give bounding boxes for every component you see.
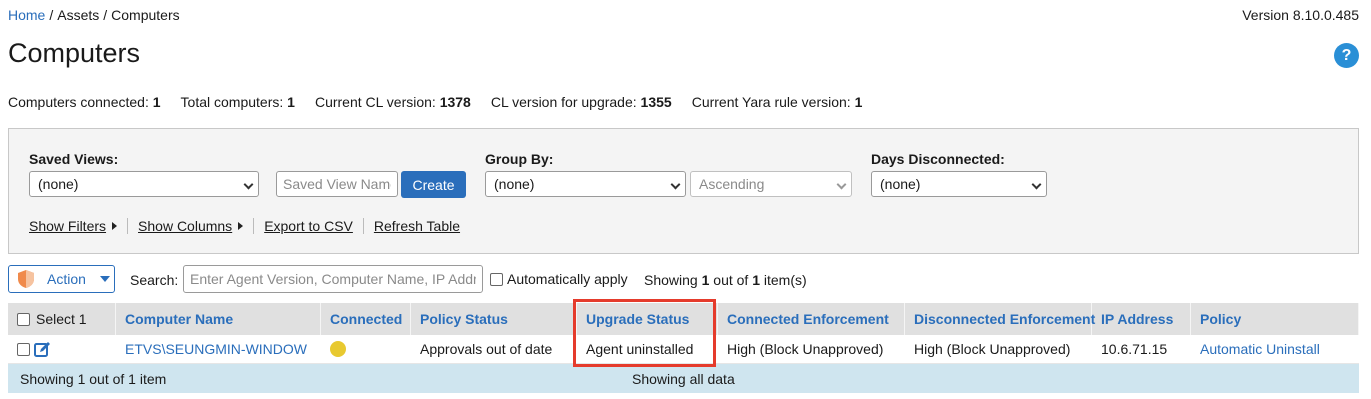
select-all-checkbox[interactable] bbox=[17, 312, 30, 326]
chevron-down-icon bbox=[243, 179, 254, 190]
row-checkbox[interactable] bbox=[17, 342, 30, 356]
sort-order-select[interactable]: Ascending bbox=[690, 171, 852, 197]
group-by-label: Group By: bbox=[485, 151, 554, 167]
stat-yara-rule-version: Current Yara rule version: 1 bbox=[691, 94, 863, 110]
auto-apply-label: Automatically apply bbox=[507, 271, 628, 287]
saved-views-label: Saved Views: bbox=[29, 151, 119, 167]
days-disconnected-label: Days Disconnected: bbox=[871, 151, 1005, 167]
select-all-header[interactable]: Select 1 bbox=[8, 303, 116, 335]
footer-item-count: Showing 1 out of 1 item bbox=[20, 370, 167, 387]
computers-table: Select 1 Computer Name Connected Policy … bbox=[8, 303, 1359, 393]
ip-address-cell: 10.6.71.15 bbox=[1101, 341, 1168, 357]
connection-status-dot bbox=[330, 341, 346, 357]
days-disconnected-select[interactable]: (none) bbox=[871, 171, 1047, 197]
saved-views-select[interactable]: (none) bbox=[29, 171, 259, 197]
chevron-down-icon bbox=[836, 179, 847, 190]
breadcrumb: Home / Assets / Computers bbox=[8, 7, 180, 23]
disconnected-enforcement-cell: High (Block Unapproved) bbox=[914, 341, 1071, 357]
stat-total-computers: Total computers: 1 bbox=[180, 94, 295, 110]
column-header-policy-status[interactable]: Policy Status bbox=[411, 303, 577, 335]
version-label: Version 8.10.0.485 bbox=[1242, 7, 1359, 23]
create-button[interactable]: Create bbox=[401, 171, 466, 198]
page-title: Computers bbox=[8, 38, 141, 68]
help-icon[interactable]: ? bbox=[1334, 43, 1359, 68]
caret-right-icon bbox=[112, 222, 118, 230]
caret-down-icon bbox=[99, 276, 110, 282]
group-by-select[interactable]: (none) bbox=[485, 171, 686, 197]
stat-cl-version-upgrade: CL version for upgrade: 1355 bbox=[490, 94, 672, 110]
column-header-policy[interactable]: Policy bbox=[1191, 303, 1359, 335]
column-header-ip-address[interactable]: IP Address bbox=[1092, 303, 1191, 335]
footer-data-status: Showing all data bbox=[632, 370, 735, 387]
row-select-cell bbox=[8, 335, 116, 363]
search-input[interactable] bbox=[183, 265, 483, 293]
stats-bar: Computers connected: 1 Total computers: … bbox=[8, 94, 882, 110]
upgrade-status-cell: Agent uninstalled bbox=[586, 341, 694, 357]
filter-panel: Saved Views: (none) Create Group By: (no… bbox=[8, 128, 1359, 254]
select-count-label: Select 1 bbox=[36, 311, 87, 327]
table-toolbar-links: Show Filters Show Columns Export to CSV … bbox=[29, 218, 470, 234]
chevron-down-icon bbox=[1031, 179, 1042, 190]
edit-icon[interactable] bbox=[34, 341, 51, 358]
shield-icon bbox=[18, 270, 34, 288]
table-row: ETVS\SEUNGMIN-WINDOW Approvals out of da… bbox=[8, 335, 1359, 364]
breadcrumb-assets: Assets bbox=[57, 7, 100, 23]
auto-apply-option[interactable]: Automatically apply bbox=[490, 271, 628, 287]
column-header-connected-enforcement[interactable]: Connected Enforcement bbox=[718, 303, 905, 335]
column-header-computer-name[interactable]: Computer Name bbox=[116, 303, 321, 335]
action-label: Action bbox=[47, 271, 86, 287]
stat-current-cl-version: Current CL version: 1378 bbox=[314, 94, 471, 110]
saved-view-name-input[interactable] bbox=[276, 171, 398, 197]
action-dropdown-button[interactable]: Action bbox=[8, 265, 115, 293]
refresh-table-link[interactable]: Refresh Table bbox=[364, 218, 470, 234]
auto-apply-checkbox[interactable] bbox=[490, 272, 503, 286]
policy-status-cell: Approvals out of date bbox=[420, 341, 553, 357]
show-columns-link[interactable]: Show Columns bbox=[128, 218, 255, 234]
connected-cell bbox=[321, 335, 411, 363]
table-header-row: Select 1 Computer Name Connected Policy … bbox=[8, 303, 1359, 335]
table-footer: Showing 1 out of 1 item Showing all data bbox=[8, 364, 1359, 393]
breadcrumb-separator: / bbox=[103, 7, 108, 23]
show-filters-link[interactable]: Show Filters bbox=[29, 218, 129, 234]
breadcrumb-separator: / bbox=[49, 7, 54, 23]
search-label: Search: bbox=[130, 272, 179, 288]
connected-enforcement-cell: High (Block Unapproved) bbox=[727, 341, 884, 357]
breadcrumb-home-link[interactable]: Home bbox=[8, 7, 45, 23]
policy-link[interactable]: Automatic Uninstall bbox=[1191, 335, 1359, 363]
column-header-connected[interactable]: Connected bbox=[321, 303, 411, 335]
breadcrumb-current: Computers bbox=[111, 7, 180, 23]
chevron-down-icon bbox=[670, 179, 681, 190]
caret-right-icon bbox=[238, 222, 244, 230]
export-csv-link[interactable]: Export to CSV bbox=[254, 218, 364, 234]
stat-computers-connected: Computers connected: 1 bbox=[8, 94, 161, 110]
computer-name-link[interactable]: ETVS\SEUNGMIN-WINDOW bbox=[116, 335, 321, 363]
column-header-disconnected-enforcement[interactable]: Disconnected Enforcement bbox=[905, 303, 1095, 335]
column-header-upgrade-status[interactable]: Upgrade Status bbox=[577, 303, 718, 335]
showing-count-text: Showing 1 out of 1 item(s) bbox=[644, 272, 807, 288]
